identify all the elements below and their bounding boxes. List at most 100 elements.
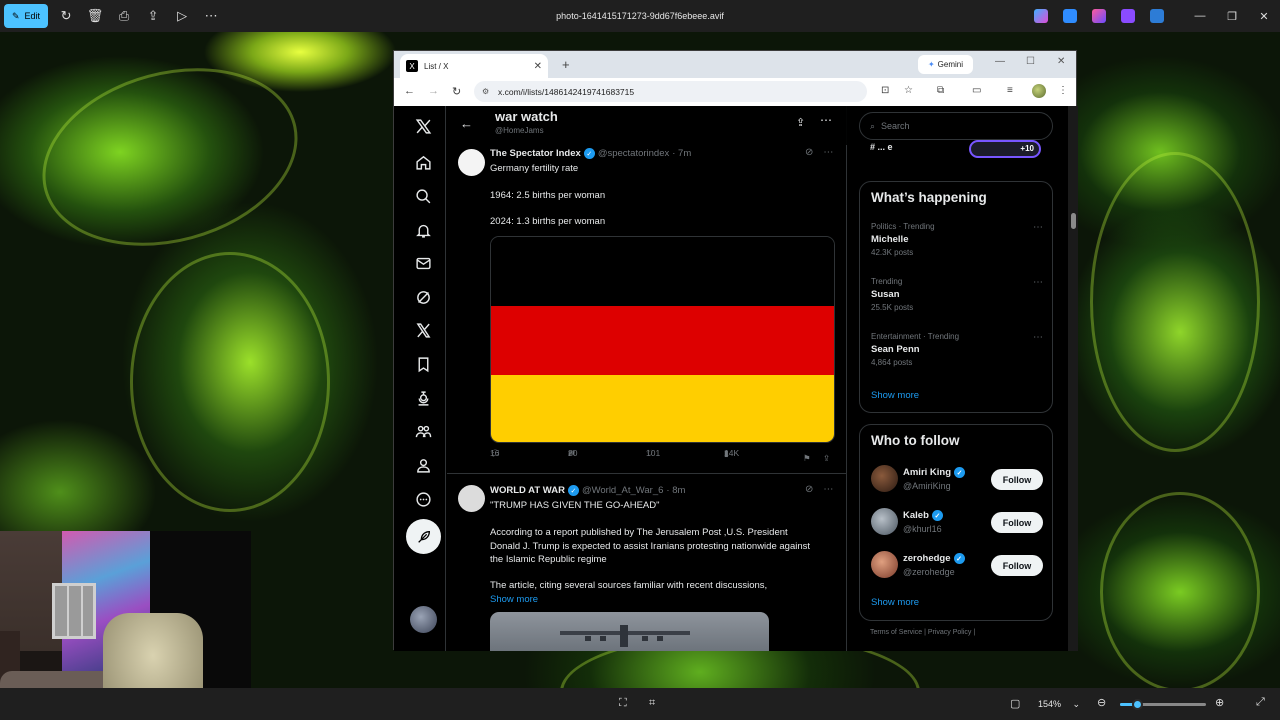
author-handle[interactable]: @World_At_War_6 [582, 485, 663, 496]
share-icon[interactable]: ⇪ [796, 116, 805, 129]
avatar[interactable] [871, 508, 898, 535]
address-bar[interactable]: ⚙ x.com/i/lists/1486142419741683715 [474, 81, 867, 102]
edit-button[interactable]: ✎ Edit [4, 4, 49, 28]
copilot-icon[interactable] [1034, 9, 1048, 23]
print-icon[interactable]: ⎙ [113, 5, 135, 27]
install-app-icon[interactable]: ⊡ [881, 85, 889, 96]
account-avatar[interactable] [410, 606, 437, 633]
profile-avatar[interactable] [1032, 84, 1046, 98]
peek-avatars[interactable]: +10 [969, 140, 1041, 158]
more-options-icon[interactable]: ⋯ [823, 147, 833, 158]
more-options-icon[interactable]: ⋯ [1033, 222, 1043, 233]
show-more-link[interactable]: Show more [490, 593, 810, 607]
reload-icon[interactable]: ↻ [452, 85, 461, 98]
footer-links[interactable]: Terms of Service | Privacy Policy | [870, 629, 975, 636]
visual-search-icon[interactable]: ⌗ [649, 697, 655, 710]
zoom-in-icon[interactable]: ⊕ [1215, 696, 1224, 709]
bookmarks-icon[interactable] [413, 354, 433, 374]
more-options-icon[interactable]: ⋯ [820, 113, 832, 127]
communities-icon[interactable] [413, 421, 433, 441]
grok-icon[interactable]: ⊘ [805, 484, 813, 495]
share-icon[interactable]: ⇪ [823, 453, 830, 464]
reading-list-icon[interactable]: ≡ [1007, 85, 1013, 96]
follow-suggestion[interactable]: Amiri King ✓ @AmiriKing Follow [871, 465, 1043, 493]
onedrive-icon[interactable] [1150, 9, 1164, 23]
more-options-icon[interactable]: ⋯ [1033, 277, 1043, 288]
trend-item[interactable]: Politics · Trending Michelle 42.3K posts… [871, 222, 1043, 257]
zoom-slider-thumb[interactable] [1132, 699, 1144, 710]
follow-button[interactable]: Follow [991, 512, 1043, 533]
share-icon[interactable]: ⇪ [142, 5, 164, 27]
more-options-icon[interactable]: ⋯ [200, 5, 222, 27]
delete-icon[interactable]: 🗑 [84, 5, 106, 27]
extensions-icon[interactable]: ⧉ [937, 85, 944, 96]
zoom-out-icon[interactable]: ⊖ [1097, 696, 1106, 709]
author-name[interactable]: The Spectator Index [490, 148, 581, 159]
fit-to-window-icon[interactable]: ▢ [1010, 697, 1020, 710]
bookmark-star-icon[interactable]: ☆ [904, 85, 913, 96]
new-tab-icon[interactable]: + [562, 57, 570, 72]
avatar[interactable] [871, 465, 898, 492]
crop-icon[interactable]: ⛶ [619, 697, 627, 710]
fullscreen-icon[interactable]: ⤢ [1256, 696, 1265, 709]
messages-icon[interactable] [413, 253, 433, 273]
rotate-icon[interactable]: ↻ [55, 5, 77, 27]
scrollbar-thumb[interactable] [1071, 213, 1076, 229]
tweet-time[interactable]: · 8m [666, 485, 685, 496]
page-scrollbar[interactable] [1068, 106, 1078, 651]
more-options-icon[interactable]: ⋯ [1033, 332, 1043, 343]
clipchamp-icon[interactable] [1092, 9, 1106, 23]
author-handle[interactable]: @spectatorindex [598, 148, 669, 159]
tweet-avatar[interactable] [458, 149, 485, 176]
show-more-follow-link[interactable]: Show more [871, 597, 919, 608]
follow-suggestion[interactable]: zerohedge ✓ @zerohedge Follow [871, 551, 1043, 579]
gemini-button[interactable]: ✦ Gemini [918, 55, 973, 74]
close-icon[interactable]: ✕ [1248, 0, 1280, 32]
zoom-dropdown[interactable]: 154% ⌄ [1032, 693, 1086, 715]
site-info-icon[interactable]: ⚙ [482, 87, 489, 96]
author-name[interactable]: WORLD AT WAR [490, 485, 565, 496]
show-more-trends-link[interactable]: Show more [871, 390, 919, 401]
profile-icon[interactable] [413, 455, 433, 475]
trend-item[interactable]: Entertainment · Trending Sean Penn 4,864… [871, 332, 1043, 367]
menu-icon[interactable]: ⋮ [1058, 85, 1068, 96]
tweet-image-flag[interactable] [490, 236, 835, 443]
minimize-icon[interactable]: — [995, 56, 1005, 67]
cast-icon[interactable]: ▭ [972, 85, 981, 96]
media-icon[interactable] [1121, 9, 1135, 23]
grok-icon[interactable]: ⊘ [805, 147, 813, 158]
follow-suggestion[interactable]: Kaleb ✓ @khurl16 Follow [871, 508, 1043, 536]
search-input[interactable]: ⌕ Search [859, 112, 1053, 140]
tweet-time[interactable]: · 7m [672, 148, 691, 159]
search-icon[interactable] [413, 186, 433, 206]
maximize-icon[interactable]: ❐ [1216, 0, 1248, 32]
back-icon[interactable]: ← [404, 85, 415, 97]
back-arrow-icon[interactable]: ← [460, 116, 473, 131]
bookmark-icon[interactable]: ⚑ [803, 453, 811, 464]
premium-x-icon[interactable] [413, 320, 433, 340]
tweet-avatar[interactable] [458, 485, 485, 512]
home-icon[interactable] [413, 152, 433, 172]
trend-item[interactable]: Trending Susan 25.5K posts ⋯ [871, 277, 1043, 312]
compose-post-button[interactable] [406, 519, 441, 554]
more-icon[interactable] [413, 489, 433, 509]
slideshow-icon[interactable]: ▷ [171, 5, 193, 27]
x-logo-icon[interactable] [413, 116, 433, 136]
zoom-slider[interactable] [1120, 699, 1206, 710]
follow-button[interactable]: Follow [991, 555, 1043, 576]
notifications-icon[interactable] [413, 220, 433, 240]
minimize-icon[interactable]: — [1184, 0, 1216, 32]
follow-button[interactable]: Follow [991, 469, 1043, 490]
grok-icon[interactable] [413, 287, 433, 307]
close-icon[interactable]: ✕ [1057, 56, 1065, 67]
more-options-icon[interactable]: ⋯ [823, 484, 833, 495]
tweet[interactable]: WORLD AT WAR ✓ @World_At_War_6 · 8m ⊘ ⋯ … [447, 481, 847, 651]
jobs-icon[interactable] [413, 388, 433, 408]
tab-x-list[interactable]: X List / X ✕ [400, 54, 548, 78]
tweet-image-aircraft[interactable] [490, 612, 769, 651]
tweet[interactable]: The Spectator Index ✓ @spectatorindex · … [447, 144, 847, 474]
designer-icon[interactable] [1063, 9, 1077, 23]
avatar[interactable] [871, 551, 898, 578]
maximize-icon[interactable]: ☐ [1026, 56, 1035, 67]
close-tab-icon[interactable]: ✕ [534, 61, 542, 72]
